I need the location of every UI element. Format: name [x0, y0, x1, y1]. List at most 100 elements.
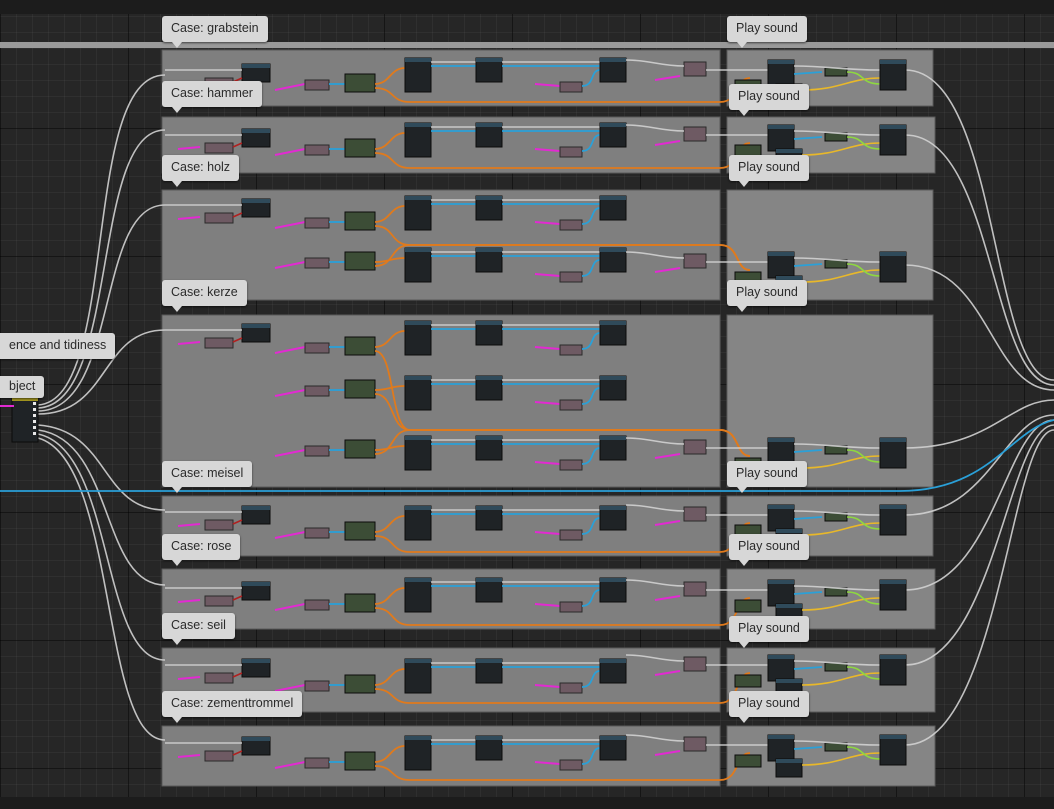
- bottom-strip: [0, 797, 1054, 809]
- graph-node-header: [880, 735, 906, 739]
- graph-node: [344, 138, 376, 158]
- graph-node-header: [405, 436, 431, 440]
- graph-node: [404, 195, 432, 231]
- graph-node-header: [476, 506, 502, 510]
- comment-object-partial[interactable]: bject: [0, 376, 45, 398]
- graph-node: [879, 251, 907, 283]
- graph-node: [304, 385, 330, 397]
- graph-node: [559, 459, 583, 471]
- graph-node-header: [476, 376, 502, 380]
- sound-label-zementtrommel[interactable]: Play sound: [729, 691, 809, 723]
- graph-node: [344, 211, 376, 231]
- case-label-kerze[interactable]: Case: kerze: [162, 280, 247, 312]
- graph-node: [404, 247, 432, 283]
- case-label-rose[interactable]: Case: rose: [162, 534, 241, 566]
- graph-node-header: [880, 125, 906, 129]
- graph-node: [404, 122, 432, 158]
- top-exec-bus: [0, 42, 1054, 48]
- case-label-meisel[interactable]: Case: meisel: [162, 461, 253, 493]
- graph-node-header: [600, 321, 626, 325]
- graph-node: [304, 599, 330, 611]
- graph-node: [879, 504, 907, 536]
- graph-node-header: [880, 252, 906, 256]
- graph-node-header: [476, 659, 502, 663]
- graph-node-header: [768, 60, 794, 64]
- case-regions: [161, 49, 936, 787]
- graph-node: [879, 654, 907, 686]
- graph-node: [304, 257, 330, 269]
- sound-label-kerze[interactable]: Play sound: [727, 280, 807, 312]
- graph-node: [304, 342, 330, 354]
- graph-node: [559, 759, 583, 771]
- comment-left-partial[interactable]: ence and tidiness: [0, 333, 116, 359]
- sound-label-rose[interactable]: Play sound: [729, 534, 809, 566]
- graph-node-header: [600, 376, 626, 380]
- graph-node: [344, 73, 376, 93]
- graph-node-header: [600, 196, 626, 200]
- graph-node-header: [476, 736, 502, 740]
- graph-node-header: [880, 60, 906, 64]
- graph-node: [404, 658, 432, 694]
- graph-node: [683, 656, 707, 672]
- graph-node: [559, 344, 583, 356]
- graph-node: [344, 251, 376, 271]
- graph-node-header: [405, 196, 431, 200]
- graph-node-header: [242, 506, 270, 510]
- graph-node: [683, 736, 707, 752]
- graph-node-header: [405, 506, 431, 510]
- graph-node: [344, 751, 376, 771]
- graph-node-header: [405, 376, 431, 380]
- graph-node: [304, 527, 330, 539]
- sound-label-grabstein[interactable]: Play sound: [727, 16, 807, 48]
- graph-node: [879, 124, 907, 156]
- graph-node: [344, 521, 376, 541]
- case-label-zementtrommel[interactable]: Case: zementtrommel: [162, 691, 303, 723]
- graph-node: [879, 734, 907, 766]
- graph-node-header: [768, 735, 794, 739]
- sound-label-seil[interactable]: Play sound: [729, 616, 809, 648]
- case-label-holz[interactable]: Case: holz: [162, 155, 240, 187]
- top-strip: [0, 0, 1054, 14]
- graph-node-header: [600, 736, 626, 740]
- graph-node: [344, 439, 376, 459]
- graph-node-header: [476, 321, 502, 325]
- graph-node-header: [405, 321, 431, 325]
- graph-node-header: [405, 578, 431, 582]
- graph-node-header: [776, 149, 802, 153]
- graph-node-header: [776, 759, 802, 763]
- graph-node: [344, 593, 376, 613]
- graph-node: [879, 59, 907, 91]
- graph-node: [344, 674, 376, 694]
- graph-node-header: [600, 506, 626, 510]
- graph-node: [404, 435, 432, 471]
- graph-node: [683, 506, 707, 522]
- graph-node-header: [242, 324, 270, 328]
- graph-node: [204, 212, 234, 224]
- blueprint-graph[interactable]: [0, 0, 1054, 809]
- graph-node: [304, 680, 330, 692]
- graph-node-header: [600, 578, 626, 582]
- graph-node: [204, 142, 234, 154]
- graph-node-header: [405, 58, 431, 62]
- graph-node-header: [600, 58, 626, 62]
- graph-node-header: [768, 438, 794, 442]
- graph-node: [304, 217, 330, 229]
- case-label-seil[interactable]: Case: seil: [162, 613, 235, 645]
- graph-node-header: [242, 737, 270, 741]
- graph-node: [683, 581, 707, 597]
- case-label-hammer[interactable]: Case: hammer: [162, 81, 262, 113]
- graph-node-header: [242, 582, 270, 586]
- graph-node-header: [600, 659, 626, 663]
- sound-label-holz[interactable]: Play sound: [729, 155, 809, 187]
- graph-node-header: [476, 436, 502, 440]
- graph-node-header: [242, 199, 270, 203]
- graph-node: [404, 320, 432, 356]
- graph-node-header: [600, 248, 626, 252]
- sound-label-hammer[interactable]: Play sound: [729, 84, 809, 116]
- switch-node[interactable]: [0, 394, 39, 443]
- sound-label-meisel[interactable]: Play sound: [727, 461, 807, 493]
- graph-node: [304, 79, 330, 91]
- case-label-grabstein[interactable]: Case: grabstein: [162, 16, 268, 48]
- graph-node: [559, 601, 583, 613]
- graph-node: [683, 439, 707, 455]
